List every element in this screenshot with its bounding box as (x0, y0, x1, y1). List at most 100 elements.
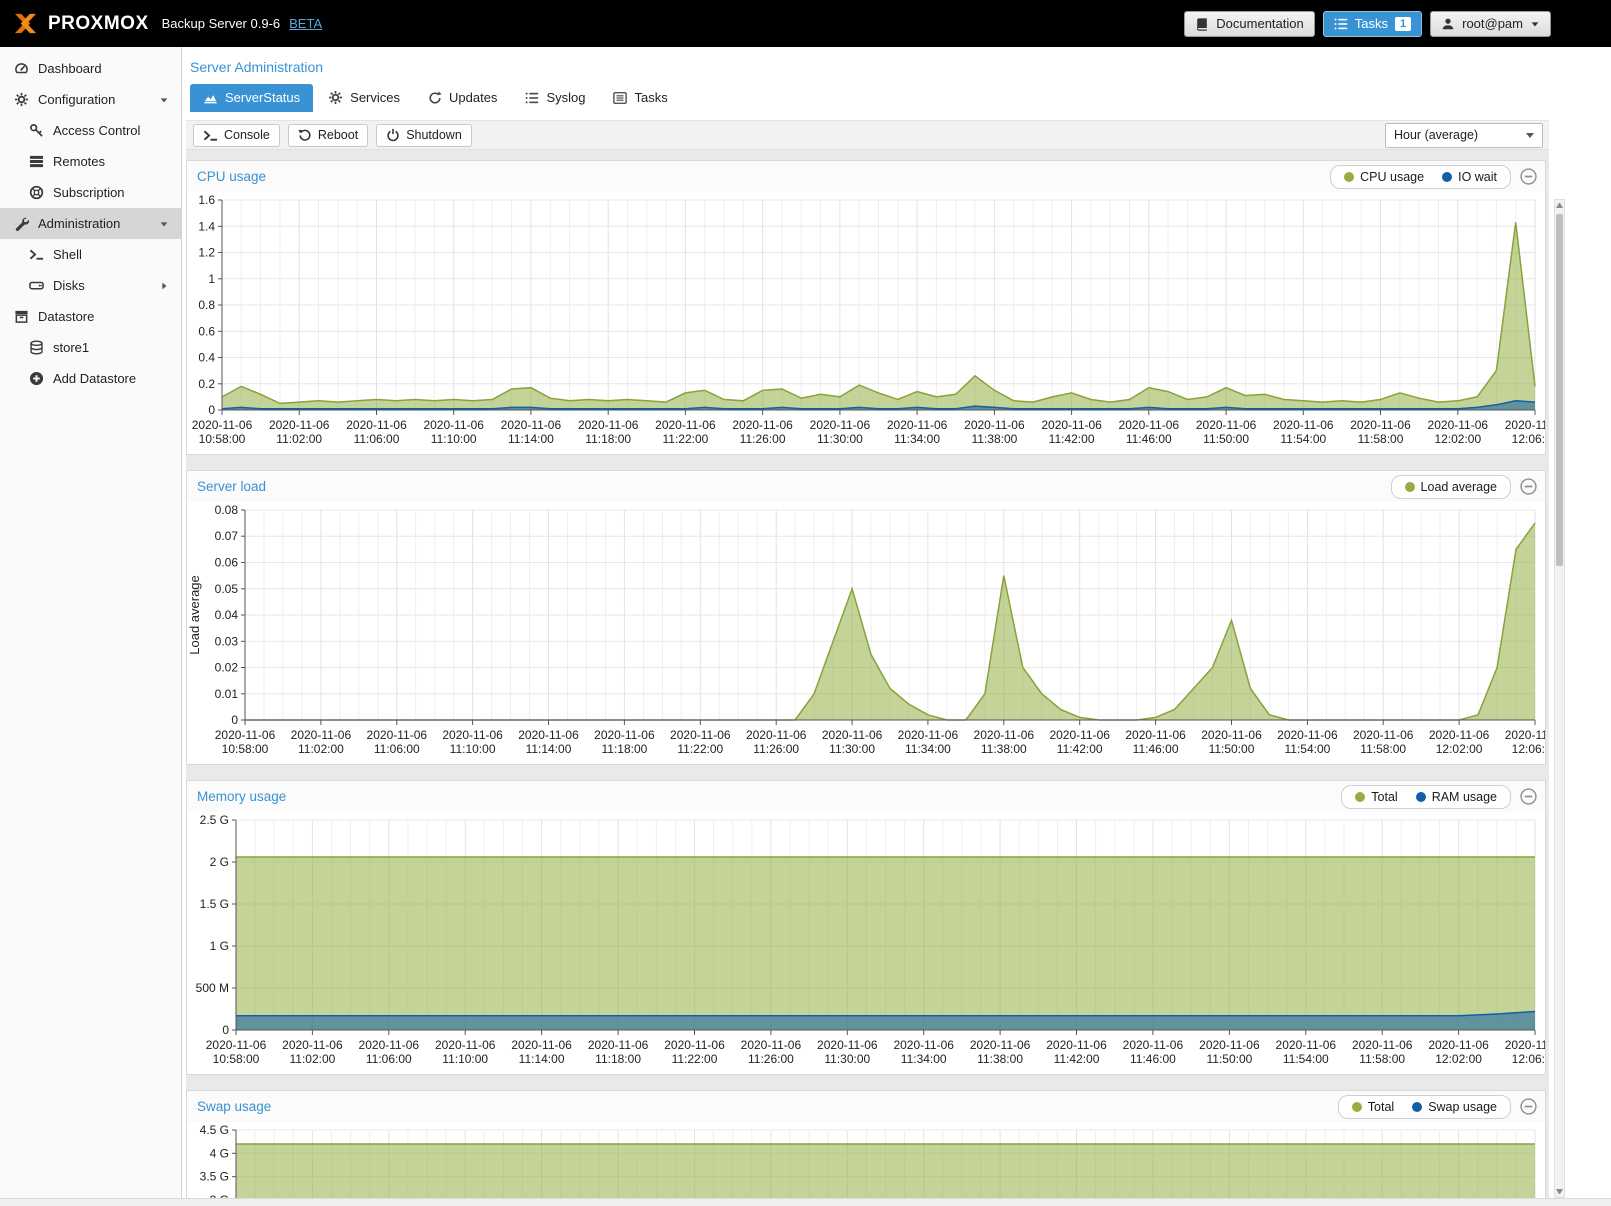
svg-text:2020-11-06: 2020-11-06 (1428, 418, 1489, 432)
svg-text:2020-11-06: 2020-11-06 (1201, 728, 1262, 742)
svg-text:11:34:00: 11:34:00 (894, 432, 940, 446)
svg-text:10:58:00: 10:58:00 (213, 1052, 260, 1066)
vertical-scrollbar[interactable] (1554, 199, 1565, 1198)
sidebar-item-label: Remotes (53, 154, 105, 169)
sidebar-item-store1[interactable]: store1 (0, 332, 181, 363)
beta-link[interactable]: BETA (289, 16, 322, 31)
svg-text:2020-11-06: 2020-11-06 (1125, 728, 1186, 742)
sidebar-item-disks[interactable]: Disks (0, 270, 181, 301)
svg-text:2020-11-06: 2020-11-06 (732, 418, 793, 432)
documentation-button[interactable]: Documentation (1184, 11, 1314, 37)
legend-item[interactable]: Total (1352, 1100, 1394, 1114)
svg-text:11:26:00: 11:26:00 (753, 742, 799, 756)
sidebar-item-datastore[interactable]: Datastore (0, 301, 181, 332)
svg-text:11:58:00: 11:58:00 (1359, 1052, 1405, 1066)
scroll-down-arrow-icon[interactable] (1556, 1189, 1563, 1194)
svg-text:0.8: 0.8 (198, 298, 215, 312)
chevron-right-icon[interactable] (155, 281, 172, 291)
svg-text:11:38:00: 11:38:00 (971, 432, 1017, 446)
legend-item[interactable]: IO wait (1442, 170, 1497, 184)
tachometer-icon (13, 61, 30, 76)
svg-text:0: 0 (208, 403, 215, 417)
svg-text:2020-11-06: 2020-11-06 (664, 1038, 725, 1052)
svg-text:2020-11-06: 2020-11-06 (1277, 728, 1338, 742)
sidebar-item-label: Dashboard (38, 61, 102, 76)
legend-item[interactable]: RAM usage (1416, 790, 1497, 804)
legend-label: Swap usage (1428, 1100, 1497, 1114)
sidebar-item-shell[interactable]: Shell (0, 239, 181, 270)
sidebar-item-add-datastore[interactable]: Add Datastore (0, 363, 181, 394)
reboot-button[interactable]: Reboot (288, 124, 368, 147)
user-menu-button[interactable]: root@pam (1430, 11, 1551, 37)
chevron-down-icon[interactable] (155, 95, 172, 105)
sidebar-item-label: Administration (38, 216, 120, 231)
svg-text:2020-11-06: 2020-11-06 (192, 418, 253, 432)
collapse-panel-icon[interactable] (1520, 1098, 1537, 1115)
tab-updates[interactable]: Updates (415, 84, 510, 112)
collapse-panel-icon[interactable] (1520, 168, 1537, 185)
scrollbar-thumb[interactable] (1556, 214, 1563, 566)
tab-services[interactable]: Services (315, 84, 413, 112)
svg-text:11:50:00: 11:50:00 (1206, 1052, 1252, 1066)
tab-tasks[interactable]: Tasks (600, 84, 680, 112)
sidebar-item-label: Datastore (38, 309, 94, 324)
cpu-usage-chart: 00.20.40.60.811.21.41.62020-11-0610:58:0… (187, 192, 1545, 454)
sidebar-item-remotes[interactable]: Remotes (0, 146, 181, 177)
legend-item[interactable]: Load average (1405, 480, 1497, 494)
svg-text:2020-11-06: 2020-11-06 (1123, 1038, 1184, 1052)
timeframe-select[interactable]: Hour (average) (1385, 123, 1543, 148)
tab-serverstatus[interactable]: ServerStatus (190, 84, 313, 112)
sidebar-item-configuration[interactable]: Configuration (0, 84, 181, 115)
svg-text:2020-11-06: 2020-11-06 (423, 418, 484, 432)
tab-label: Services (350, 90, 400, 105)
legend-item[interactable]: Total (1355, 790, 1397, 804)
page-title: Server Administration (186, 47, 1549, 84)
svg-text:1: 1 (208, 272, 215, 286)
key-icon (28, 123, 45, 138)
svg-text:2020-11-06: 2020-11-06 (1353, 728, 1414, 742)
scroll-up-arrow-icon[interactable] (1556, 203, 1563, 208)
svg-text:4.5 G: 4.5 G (200, 1123, 229, 1137)
svg-text:0: 0 (231, 713, 238, 727)
shutdown-button[interactable]: Shutdown (376, 124, 472, 147)
collapse-panel-icon[interactable] (1520, 788, 1537, 805)
sidebar-item-subscription[interactable]: Subscription (0, 177, 181, 208)
svg-text:11:42:00: 11:42:00 (1054, 1052, 1100, 1066)
list-alt-icon (613, 91, 627, 105)
header-actions: Documentation Tasks 1 root@pam (1184, 11, 1551, 37)
svg-text:11:10:00: 11:10:00 (442, 1052, 488, 1066)
horizontal-scrollbar[interactable] (0, 1198, 1611, 1206)
svg-text:11:58:00: 11:58:00 (1360, 742, 1406, 756)
console-button[interactable]: Console (193, 124, 280, 147)
collapse-panel-icon[interactable] (1520, 478, 1537, 495)
tasks-button[interactable]: Tasks 1 (1323, 11, 1422, 37)
database-icon (28, 340, 45, 355)
legend-item[interactable]: Swap usage (1412, 1100, 1497, 1114)
sidebar-item-label: Configuration (38, 92, 115, 107)
svg-text:2020-11-06: 2020-11-06 (1505, 728, 1545, 742)
timeframe-value: Hour (average) (1394, 128, 1478, 142)
list-icon (1334, 17, 1348, 31)
svg-text:11:38:00: 11:38:00 (977, 1052, 1023, 1066)
chevron-down-icon (1526, 133, 1534, 138)
area-chart-icon (203, 90, 218, 105)
chevron-down-icon[interactable] (155, 219, 172, 229)
tab-syslog[interactable]: Syslog (512, 84, 598, 112)
tab-label: Updates (449, 90, 497, 105)
svg-text:2020-11-06: 2020-11-06 (1352, 1038, 1413, 1052)
svg-text:12:02:00: 12:02:00 (1436, 742, 1483, 756)
proxmox-logo-icon (12, 12, 39, 35)
svg-text:2020-11-06: 2020-11-06 (887, 418, 948, 432)
sidebar-item-administration[interactable]: Administration (0, 208, 181, 239)
legend-label: Total (1368, 1100, 1394, 1114)
svg-text:11:14:00: 11:14:00 (519, 1052, 565, 1066)
sidebar-item-dashboard[interactable]: Dashboard (0, 53, 181, 84)
svg-text:2020-11-06: 2020-11-06 (518, 728, 579, 742)
sidebar-item-access-control[interactable]: Access Control (0, 115, 181, 146)
legend-item[interactable]: CPU usage (1344, 170, 1424, 184)
svg-text:11:02:00: 11:02:00 (289, 1052, 335, 1066)
svg-text:2020-11-06: 2020-11-06 (970, 1038, 1031, 1052)
terminal-icon (203, 128, 218, 143)
svg-text:2020-11-06: 2020-11-06 (822, 728, 883, 742)
legend-dot (1442, 172, 1452, 182)
